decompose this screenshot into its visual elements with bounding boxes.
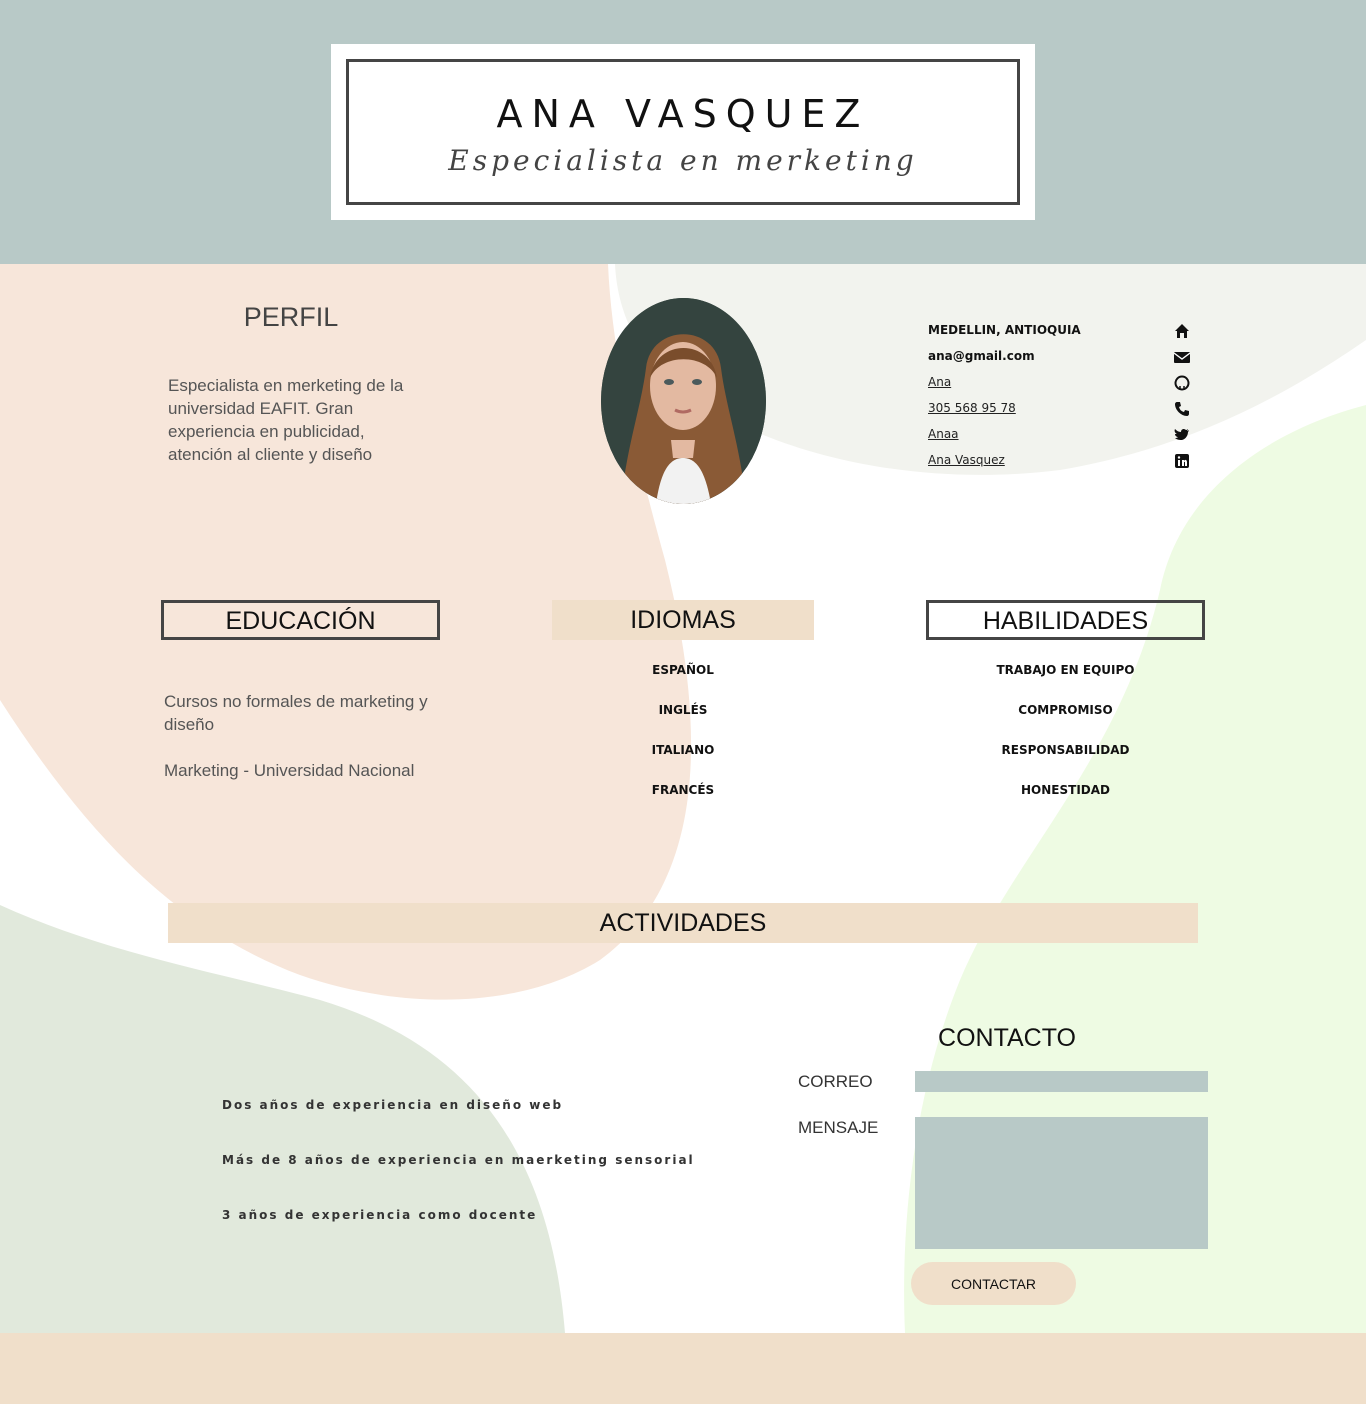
github-link[interactable]: Ana (928, 375, 951, 389)
github-icon[interactable] (1174, 375, 1190, 391)
linkedin-icon[interactable] (1174, 453, 1190, 469)
home-icon (1175, 324, 1189, 338)
activity-item: Más de 8 años de experiencia en maerketi… (222, 1153, 695, 1167)
contact-form-heading: CONTACTO (938, 1024, 1076, 1052)
skill-item: TRABAJO EN EQUIPO (996, 663, 1135, 677)
location-text: MEDELLIN, ANTIOQUIA (928, 323, 1081, 337)
info-location: MEDELLIN, ANTIOQUIA (928, 320, 1208, 346)
page-footer (0, 1333, 1366, 1404)
skills-list: TRABAJO EN EQUIPO COMPROMISO RESPONSABIL… (926, 660, 1205, 820)
skill-item: COMPROMISO (1018, 703, 1113, 717)
education-heading: EDUCACIÓN (161, 600, 440, 640)
person-subtitle: Especialista en merketing (448, 144, 918, 177)
activity-item: Dos años de experiencia en diseño web (222, 1098, 564, 1112)
language-item: INGLÉS (658, 703, 708, 717)
email-field[interactable] (915, 1071, 1208, 1092)
email-text: ana@gmail.com (928, 349, 1035, 363)
skill-item: RESPONSABILIDAD (1001, 743, 1130, 757)
message-label: MENSAJE (798, 1118, 879, 1137)
email-label: CORREO (798, 1072, 873, 1091)
twitter-icon[interactable] (1174, 427, 1190, 443)
skill-item: HONESTIDAD (1021, 783, 1110, 797)
education-item: Marketing - Universidad Nacional (164, 761, 415, 780)
education-item: Cursos no formales de marketing y diseño (164, 692, 428, 734)
info-phone: 305 568 95 78 (928, 398, 1208, 424)
info-email: ana@gmail.com (928, 346, 1208, 372)
phone-icon (1175, 402, 1189, 416)
linkedin-link[interactable]: Ana Vasquez (928, 453, 1005, 467)
message-field[interactable] (915, 1117, 1208, 1249)
skills-heading: HABILIDADES (926, 600, 1205, 640)
title-card: ANA VASQUEZ Especialista en merketing (331, 44, 1035, 220)
language-item: ITALIANO (651, 743, 715, 757)
contact-info-list: MEDELLIN, ANTIOQUIA ana@gmail.com Ana 30… (928, 320, 1208, 476)
twitter-link[interactable]: Anaa (928, 427, 959, 441)
languages-list: ESPAÑOL INGLÉS ITALIANO FRANCÉS (552, 660, 814, 820)
envelope-icon (1174, 352, 1190, 363)
perfil-heading: PERFIL (243, 302, 339, 332)
language-item: ESPAÑOL (652, 663, 714, 677)
contactar-button[interactable]: CONTACTAR (911, 1262, 1076, 1305)
activities-list: Dos años de experiencia en diseño web Má… (222, 1096, 695, 1261)
education-list: Cursos no formales de marketing y diseño… (164, 690, 444, 805)
person-name: ANA VASQUEZ (496, 92, 870, 136)
title-frame: ANA VASQUEZ Especialista en merketing (346, 59, 1020, 205)
language-item: FRANCÉS (651, 783, 715, 797)
activities-heading: ACTIVIDADES (168, 903, 1198, 943)
perfil-description: Especialista en merketing de la universi… (168, 376, 404, 464)
activity-item: 3 años de experiencia como docente (222, 1208, 538, 1222)
info-twitter: Anaa (928, 424, 1208, 450)
info-github: Ana (928, 372, 1208, 398)
profile-photo-illustration (601, 298, 766, 504)
profile-photo (601, 298, 766, 504)
phone-link[interactable]: 305 568 95 78 (928, 401, 1016, 415)
info-linkedin: Ana Vasquez (928, 450, 1208, 476)
page-header: ANA VASQUEZ Especialista en merketing (0, 0, 1366, 264)
languages-heading: IDIOMAS (552, 600, 814, 640)
